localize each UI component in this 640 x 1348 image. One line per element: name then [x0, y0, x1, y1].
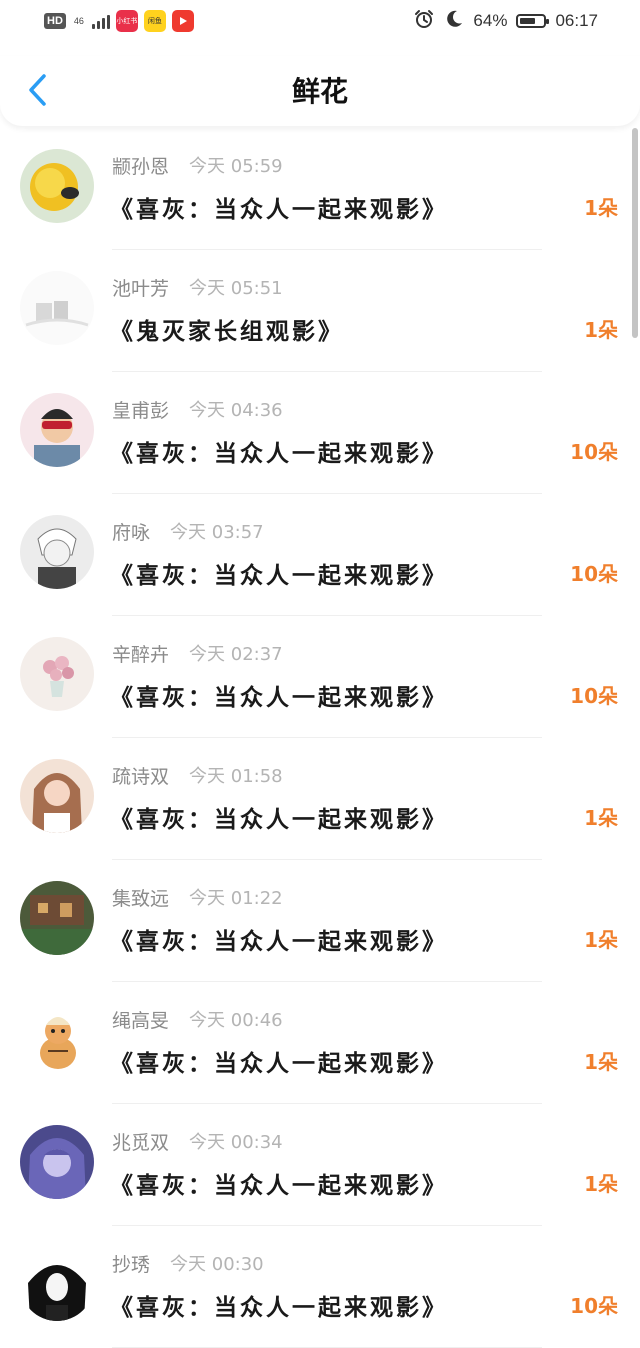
work-title[interactable]: 《喜灰：当众人一起来观影》: [110, 434, 448, 468]
work-title[interactable]: 《喜灰：当众人一起来观影》: [110, 922, 448, 956]
timestamp: 今天 00:34: [189, 1132, 283, 1153]
work-title[interactable]: 《喜灰：当众人一起来观影》: [110, 556, 448, 590]
timestamp: 今天 00:30: [170, 1254, 264, 1275]
battery-percent-text: 64%: [473, 11, 508, 30]
battery-level: [520, 18, 535, 24]
flower-count: 10朵: [570, 440, 618, 464]
flower-record-list: 颛孙恩 今天 05:59 《喜灰：当众人一起来观影》 1朵 池叶芳 今天 05:…: [0, 128, 640, 1348]
signal-icon: [91, 13, 110, 29]
network-type: 46: [73, 15, 84, 26]
meta-line: 辛醉卉 今天 02:37: [112, 640, 283, 666]
sender-name: 绳高旻: [112, 1009, 170, 1032]
status-time: 06:17: [555, 11, 598, 30]
sender-name: 疏诗双: [112, 765, 170, 788]
avatar[interactable]: [20, 515, 94, 589]
page-title: 鲜花: [291, 75, 348, 108]
work-title[interactable]: 《喜灰：当众人一起来观影》: [110, 800, 448, 834]
sender-name: 辛醉卉: [112, 643, 170, 666]
timestamp: 今天 03:57: [170, 522, 264, 543]
work-title[interactable]: 《喜灰：当众人一起来观影》: [110, 1044, 448, 1078]
avatar[interactable]: [20, 637, 94, 711]
meta-line: 兆觅双 今天 00:34: [112, 1128, 283, 1154]
list-item[interactable]: 府咏 今天 03:57 《喜灰：当众人一起来观影》 10朵: [0, 494, 640, 616]
timestamp: 今天 05:59: [189, 156, 283, 177]
meta-line: 疏诗双 今天 01:58: [112, 762, 283, 788]
work-title[interactable]: 《喜灰：当众人一起来观影》: [110, 1166, 448, 1200]
moon-icon: [444, 9, 464, 33]
alarm-clock-icon: [413, 8, 435, 34]
xianyu-app-icon: 闲鱼: [143, 10, 166, 32]
timestamp: 今天 01:22: [189, 888, 283, 909]
flower-count: 10朵: [570, 1294, 618, 1318]
list-item[interactable]: 颛孙恩 今天 05:59 《喜灰：当众人一起来观影》 1朵: [0, 128, 640, 250]
battery-icon: [516, 14, 550, 28]
sender-name: 池叶芳: [112, 277, 170, 300]
work-title[interactable]: 《喜灰：当众人一起来观影》: [110, 678, 448, 712]
status-bar-right: 64% 06:17: [413, 10, 598, 32]
timestamp: 今天 00:46: [189, 1010, 283, 1031]
list-item[interactable]: 池叶芳 今天 05:51 《鬼灭家长组观影》 1朵: [0, 250, 640, 372]
list-item[interactable]: 疏诗双 今天 01:58 《喜灰：当众人一起来观影》 1朵: [0, 738, 640, 860]
avatar[interactable]: [20, 393, 94, 467]
status-bar-left: HD 46 小红书 闲鱼: [44, 10, 194, 32]
status-bar: HD 46 小红书 闲鱼 64% 06:17: [0, 0, 640, 44]
sender-name: 颛孙恩: [112, 155, 170, 178]
flower-count: 1朵: [584, 928, 618, 952]
avatar[interactable]: [20, 759, 94, 833]
flower-count: 1朵: [584, 1172, 618, 1196]
list-item[interactable]: 集致远 今天 01:22 《喜灰：当众人一起来观影》 1朵: [0, 860, 640, 982]
meta-line: 集致远 今天 01:22: [112, 884, 283, 910]
timestamp: 今天 01:58: [189, 766, 283, 787]
sender-name: 皇甫彭: [112, 399, 170, 422]
list-item[interactable]: 皇甫彭 今天 04:36 《喜灰：当众人一起来观影》 10朵: [0, 372, 640, 494]
video-app-icon: [171, 10, 194, 32]
timestamp: 今天 05:51: [189, 278, 283, 299]
xiaohongshu-app-icon: 小红书: [115, 10, 138, 32]
avatar[interactable]: [20, 1247, 94, 1321]
list-item[interactable]: 抄琇 今天 00:30 《喜灰：当众人一起来观影》 10朵: [0, 1226, 640, 1348]
flower-count: 1朵: [584, 1050, 618, 1074]
meta-line: 颛孙恩 今天 05:59: [112, 152, 283, 178]
avatar[interactable]: [20, 1003, 94, 1077]
back-button[interactable]: [18, 70, 58, 110]
flower-count: 10朵: [570, 562, 618, 586]
meta-line: 抄琇 今天 00:30: [112, 1250, 264, 1276]
avatar[interactable]: [20, 1125, 94, 1199]
meta-line: 绳高旻 今天 00:46: [112, 1006, 283, 1032]
work-title[interactable]: 《鬼灭家长组观影》: [110, 312, 344, 346]
list-item[interactable]: 绳高旻 今天 00:46 《喜灰：当众人一起来观影》 1朵: [0, 982, 640, 1104]
scrollbar[interactable]: [632, 128, 638, 338]
nav-header: 鲜花: [0, 56, 640, 126]
list-item[interactable]: 兆觅双 今天 00:34 《喜灰：当众人一起来观影》 1朵: [0, 1104, 640, 1226]
meta-line: 池叶芳 今天 05:51: [112, 274, 283, 300]
list-item[interactable]: 辛醉卉 今天 02:37 《喜灰：当众人一起来观影》 10朵: [0, 616, 640, 738]
flower-count: 1朵: [584, 318, 618, 342]
sender-name: 府咏: [112, 521, 151, 544]
sender-name: 抄琇: [112, 1253, 151, 1276]
chevron-left-icon: [29, 74, 46, 106]
work-title[interactable]: 《喜灰：当众人一起来观影》: [110, 190, 448, 224]
meta-line: 皇甫彭 今天 04:36: [112, 396, 283, 422]
avatar[interactable]: [20, 271, 94, 345]
sender-name: 兆觅双: [112, 1131, 170, 1154]
timestamp: 今天 02:37: [189, 644, 283, 665]
sender-name: 集致远: [112, 887, 170, 910]
flower-count: 1朵: [584, 196, 618, 220]
work-title[interactable]: 《喜灰：当众人一起来观影》: [110, 1288, 448, 1322]
avatar[interactable]: [20, 149, 94, 223]
flower-count: 10朵: [570, 684, 618, 708]
avatar[interactable]: [20, 881, 94, 955]
flower-count: 1朵: [584, 806, 618, 830]
meta-line: 府咏 今天 03:57: [112, 518, 264, 544]
hd-badge: HD: [44, 13, 66, 29]
timestamp: 今天 04:36: [189, 400, 283, 421]
